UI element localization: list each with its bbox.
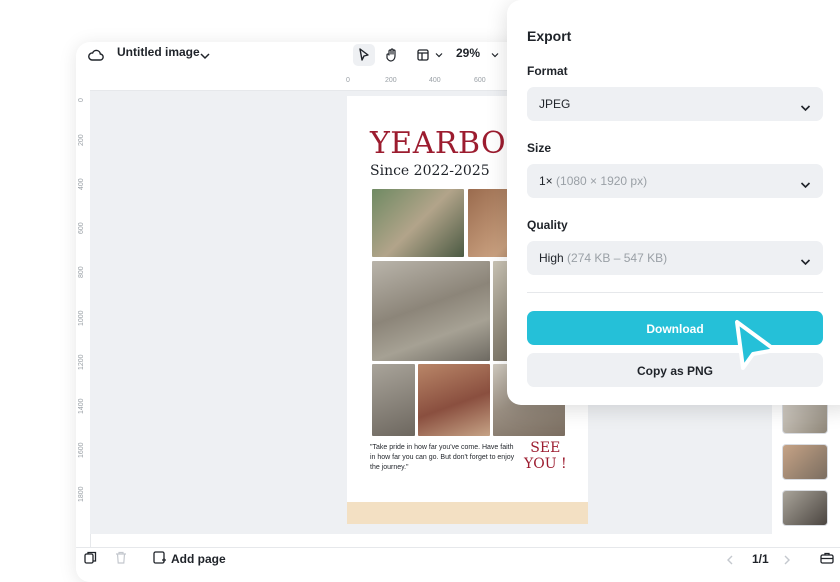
chevron-down-icon[interactable] — [428, 44, 450, 66]
thumbnail[interactable] — [782, 444, 828, 480]
select-tool-icon[interactable] — [353, 44, 375, 66]
size-label: Size — [527, 141, 552, 155]
size-scale: 1× — [539, 174, 553, 188]
duplicate-page-icon[interactable] — [84, 551, 97, 569]
photo-students[interactable] — [372, 189, 464, 257]
poster-see-you[interactable]: SEE YOU ! — [524, 440, 567, 472]
zoom-level[interactable]: 29% — [456, 46, 480, 60]
chevron-down-icon[interactable] — [200, 47, 210, 65]
poster-quote[interactable]: "Take pride in how far you've come. Have… — [370, 443, 515, 473]
ruler-tick: 0 — [346, 77, 350, 84]
add-page-icon[interactable] — [153, 551, 166, 569]
format-select[interactable]: JPEG — [527, 87, 823, 121]
quality-detail: (274 KB – 547 KB) — [567, 251, 668, 265]
cloud-icon[interactable] — [88, 48, 104, 66]
ruler-tick: 200 — [78, 134, 85, 146]
you-line: YOU ! — [524, 456, 567, 472]
ruler-tick: 1600 — [78, 442, 85, 458]
trash-icon[interactable] — [115, 551, 127, 569]
photo-classroom[interactable] — [418, 364, 490, 436]
quality-select[interactable]: High (274 KB – 547 KB) — [527, 241, 823, 275]
ruler-tick: 400 — [429, 77, 441, 84]
ruler-tick: 1200 — [78, 354, 85, 370]
export-panel: Export Format JPEG Size 1× (1080 × 1920 … — [507, 0, 840, 405]
photo-graduates[interactable] — [372, 261, 490, 361]
size-value: 1× (1080 × 1920 px) — [539, 174, 647, 188]
paper-strip — [347, 502, 588, 524]
ruler-tick: 1400 — [78, 398, 85, 414]
ruler-tick: 600 — [474, 77, 486, 84]
briefcase-icon[interactable] — [820, 551, 834, 569]
size-detail: (1080 × 1920 px) — [556, 174, 648, 188]
thumbnail[interactable] — [782, 490, 828, 526]
divider — [527, 292, 823, 293]
add-page-button[interactable]: Add page — [171, 552, 226, 566]
size-select[interactable]: 1× (1080 × 1920 px) — [527, 164, 823, 198]
photo-library[interactable] — [372, 364, 415, 436]
quality-value: High (274 KB – 547 KB) — [539, 251, 667, 265]
ruler-tick: 0 — [78, 98, 85, 102]
ruler-tick: 200 — [385, 77, 397, 84]
quality-level: High — [539, 251, 564, 265]
page-indicator: 1/1 — [752, 552, 769, 566]
see-line: SEE — [530, 440, 561, 456]
chevron-left-icon[interactable] — [726, 552, 733, 570]
chevron-down-icon — [800, 176, 811, 194]
bottom-bar: Add page 1/1 — [76, 547, 840, 582]
poster-subtitle[interactable]: Since 2022-2025 — [370, 163, 490, 179]
ruler-tick: 600 — [78, 222, 85, 234]
document-title[interactable]: Untitled image — [117, 45, 200, 59]
chevron-right-icon[interactable] — [784, 552, 791, 570]
ruler-tick: 1000 — [78, 310, 85, 326]
chevron-down-icon — [800, 253, 811, 271]
chevron-down-icon — [800, 99, 811, 117]
cursor-arrow-icon — [733, 318, 781, 381]
format-label: Format — [527, 64, 568, 78]
chevron-down-icon[interactable] — [484, 44, 506, 66]
ruler-tick: 800 — [78, 266, 85, 278]
vertical-ruler: 0 200 400 600 800 1000 1200 1400 1600 18… — [76, 90, 91, 548]
export-title: Export — [527, 28, 572, 44]
ruler-tick: 400 — [78, 178, 85, 190]
quality-label: Quality — [527, 218, 568, 232]
ruler-tick: 1800 — [78, 486, 85, 502]
hand-tool-icon[interactable] — [381, 44, 403, 66]
format-value: JPEG — [539, 97, 571, 111]
